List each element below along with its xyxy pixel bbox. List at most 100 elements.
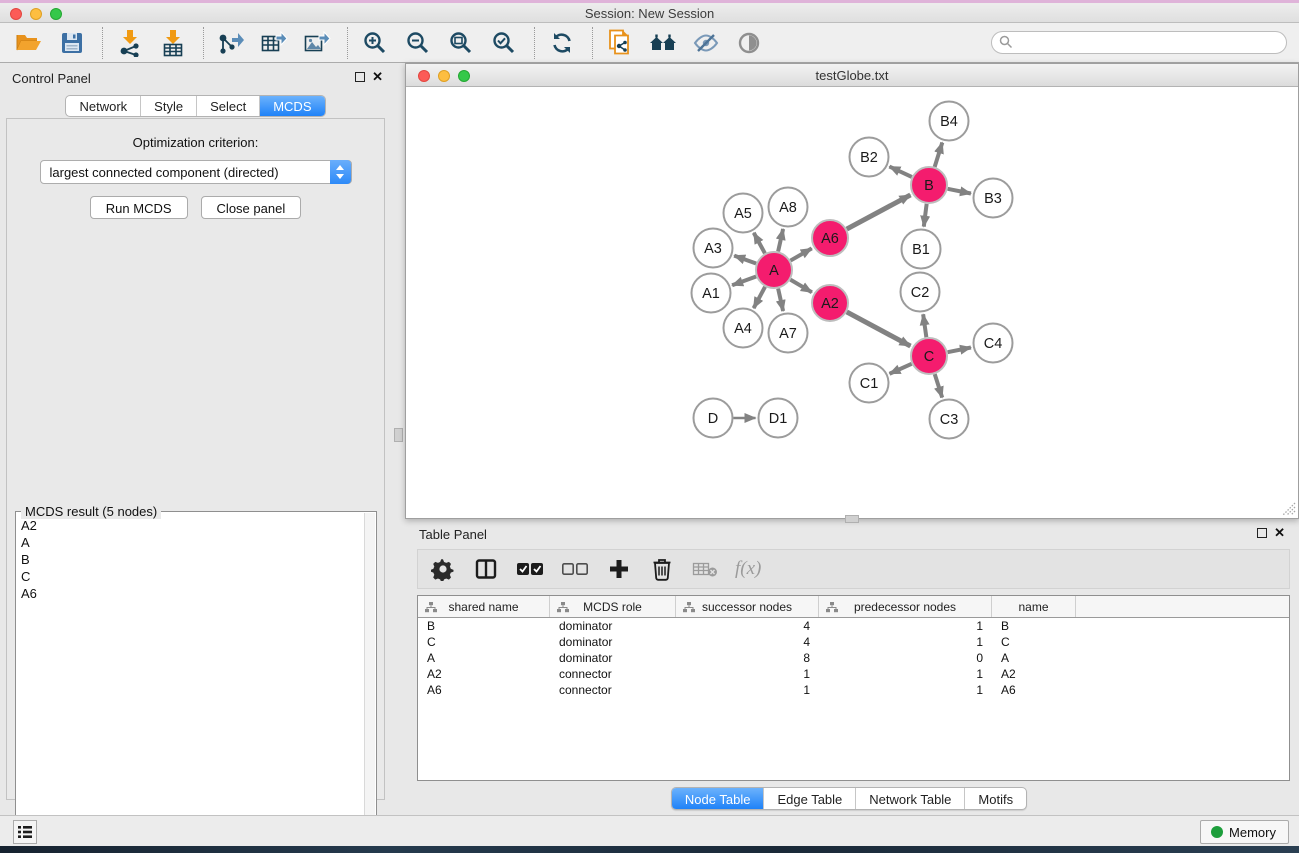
save-session-icon[interactable] (55, 28, 89, 58)
close-panel-icon[interactable]: ✕ (372, 72, 383, 82)
cell-MCDS-role[interactable]: dominator (550, 650, 676, 666)
zoom-fit-icon[interactable] (444, 28, 478, 58)
node-C4[interactable]: C4 (974, 324, 1013, 363)
add-column-icon[interactable] (606, 554, 632, 584)
node-A[interactable]: A (756, 252, 792, 288)
edge-A-A8[interactable] (778, 229, 783, 251)
edge-A-A4[interactable] (754, 287, 765, 308)
cell-predecessor-nodes[interactable]: 1 (819, 682, 992, 698)
tab-style[interactable]: Style (141, 96, 197, 116)
result-item[interactable]: A (17, 535, 364, 552)
zoom-in-icon[interactable] (358, 28, 392, 58)
node-B1[interactable]: B1 (902, 230, 941, 269)
node-A5[interactable]: A5 (724, 194, 763, 233)
close-table-panel-icon[interactable]: ✕ (1274, 528, 1285, 538)
tab-network[interactable]: Network (66, 96, 141, 116)
edge-C-C1[interactable] (890, 364, 912, 374)
node-B[interactable]: B (911, 167, 947, 203)
node-C[interactable]: C (911, 338, 947, 374)
cell-MCDS-role[interactable]: connector (550, 682, 676, 698)
table-row[interactable]: Bdominator41B (418, 618, 1289, 634)
cell-predecessor-nodes[interactable]: 1 (819, 666, 992, 682)
edge-C-C2[interactable] (923, 314, 926, 337)
cell-name[interactable]: A6 (992, 682, 1076, 698)
zoom-selected-icon[interactable] (487, 28, 521, 58)
float-table-panel-icon[interactable] (1257, 528, 1267, 538)
deselect-all-icon[interactable] (561, 554, 589, 584)
node-C3[interactable]: C3 (930, 400, 969, 439)
cell-name[interactable]: A2 (992, 666, 1076, 682)
edge-A-A7[interactable] (778, 289, 783, 311)
column-header-name[interactable]: name (992, 596, 1076, 617)
import-table-icon[interactable] (156, 28, 190, 58)
column-visibility-icon[interactable] (473, 554, 499, 584)
cell-MCDS-role[interactable]: connector (550, 666, 676, 682)
network-graph[interactable]: B4B2BB3A8A5A6A3B1AC2A1A2A4A7C4CC1DD1C3 (407, 88, 1299, 519)
edge-C-C4[interactable] (948, 347, 971, 352)
cell-shared-name[interactable]: B (418, 618, 550, 634)
tab-node-table[interactable]: Node Table (672, 788, 765, 809)
open-session-icon[interactable] (12, 28, 46, 58)
table-row[interactable]: A2connector11A2 (418, 666, 1289, 682)
cell-shared-name[interactable]: A2 (418, 666, 550, 682)
result-item[interactable]: B (17, 552, 364, 569)
network-canvas[interactable]: B4B2BB3A8A5A6A3B1AC2A1A2A4A7C4CC1DD1C3 (407, 88, 1297, 517)
export-table-icon[interactable] (257, 28, 291, 58)
show-all-icon[interactable] (732, 28, 766, 58)
result-scrollbar[interactable] (364, 513, 375, 849)
edge-A-A1[interactable] (732, 277, 756, 286)
cell-successor-nodes[interactable]: 4 (676, 618, 819, 634)
delete-column-icon[interactable] (649, 554, 675, 584)
tab-mcds[interactable]: MCDS (260, 96, 324, 116)
function-builder-icon[interactable]: f(x) (735, 554, 761, 584)
edge-B-B4[interactable] (935, 142, 943, 166)
cell-name[interactable]: B (992, 618, 1076, 634)
criterion-select[interactable]: largest connected component (directed) (40, 160, 352, 184)
node-A6[interactable]: A6 (812, 220, 848, 256)
node-A2[interactable]: A2 (812, 285, 848, 321)
edge-B-B2[interactable] (889, 167, 911, 177)
task-history-button[interactable] (13, 820, 37, 844)
float-panel-icon[interactable] (355, 72, 365, 82)
first-neighbors-icon[interactable] (646, 28, 680, 58)
cell-successor-nodes[interactable]: 1 (676, 666, 819, 682)
edge-A-A6[interactable] (790, 248, 811, 260)
clone-network-icon[interactable] (603, 28, 637, 58)
node-C1[interactable]: C1 (850, 364, 889, 403)
cell-MCDS-role[interactable]: dominator (550, 634, 676, 650)
refresh-layout-icon[interactable] (545, 28, 579, 58)
node-B4[interactable]: B4 (930, 102, 969, 141)
select-all-icon[interactable] (516, 554, 544, 584)
node-A8[interactable]: A8 (769, 188, 808, 227)
column-header-MCDS-role[interactable]: MCDS role (550, 596, 676, 617)
result-item[interactable]: C (17, 569, 364, 586)
node-A3[interactable]: A3 (694, 229, 733, 268)
tab-select[interactable]: Select (197, 96, 260, 116)
edge-A2-C[interactable] (847, 312, 911, 346)
cell-successor-nodes[interactable]: 1 (676, 682, 819, 698)
cell-predecessor-nodes[interactable]: 0 (819, 650, 992, 666)
result-item[interactable]: A6 (17, 586, 364, 603)
cell-successor-nodes[interactable]: 8 (676, 650, 819, 666)
tab-edge-table[interactable]: Edge Table (764, 788, 856, 809)
run-mcds-button[interactable]: Run MCDS (90, 196, 188, 219)
export-network-icon[interactable] (214, 28, 248, 58)
result-item[interactable]: A2 (17, 518, 364, 535)
node-B3[interactable]: B3 (974, 179, 1013, 218)
node-C2[interactable]: C2 (901, 273, 940, 312)
node-D1[interactable]: D1 (759, 399, 798, 438)
cell-successor-nodes[interactable]: 4 (676, 634, 819, 650)
cell-predecessor-nodes[interactable]: 1 (819, 634, 992, 650)
node-B2[interactable]: B2 (850, 138, 889, 177)
cell-predecessor-nodes[interactable]: 1 (819, 618, 992, 634)
edge-A-A5[interactable] (754, 233, 765, 254)
vertical-splitter-grip[interactable] (394, 428, 403, 442)
cell-shared-name[interactable]: A (418, 650, 550, 666)
hide-selected-icon[interactable] (689, 28, 723, 58)
edge-A-A3[interactable] (734, 256, 756, 264)
mcds-result-list[interactable]: A2ABCA6 (17, 518, 364, 849)
edge-A6-B[interactable] (847, 195, 911, 229)
export-image-icon[interactable] (300, 28, 334, 58)
import-network-icon[interactable] (113, 28, 147, 58)
delete-table-icon[interactable] (692, 554, 718, 584)
